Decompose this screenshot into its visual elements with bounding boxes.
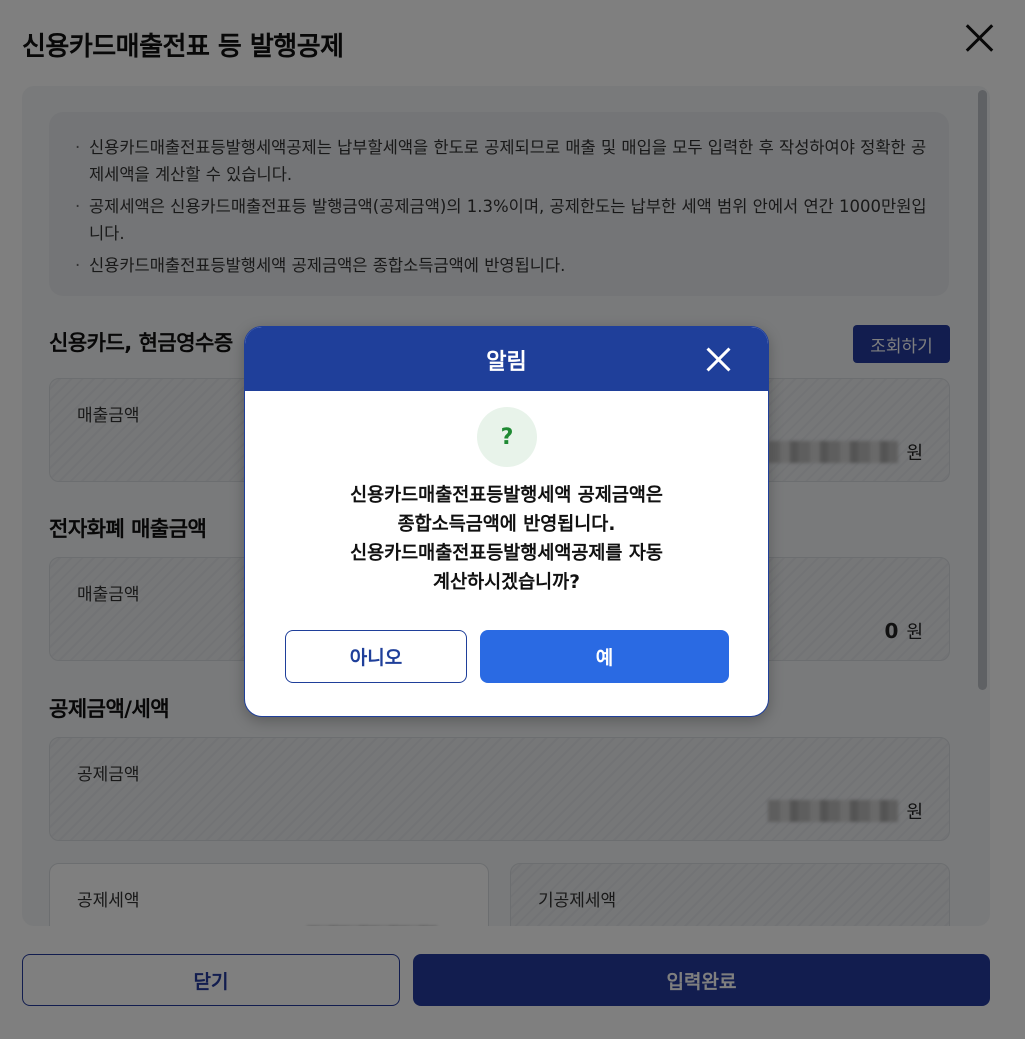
message-line: 신용카드매출전표등발행세액 공제금액은 xyxy=(350,485,663,506)
message-line: 종합소득금액에 반영됩니다. xyxy=(397,514,616,535)
dialog-title: 알림 xyxy=(486,350,527,375)
message-line: 계산하시겠습니까? xyxy=(433,572,580,593)
close-icon[interactable] xyxy=(703,344,733,374)
message-line: 신용카드매출전표등발행세액공제를 자동 xyxy=(350,543,663,564)
yes-button[interactable]: 예 xyxy=(480,630,729,683)
dialog-message: 신용카드매출전표등발행세액 공제금액은 종합소득금액에 반영됩니다. 신용카드매… xyxy=(245,481,768,597)
question-icon: ? xyxy=(477,407,537,467)
no-button[interactable]: 아니오 xyxy=(285,630,467,683)
dialog-header: 알림 xyxy=(245,327,768,391)
alert-dialog: 알림 ? 신용카드매출전표등발행세액 공제금액은 종합소득금액에 반영됩니다. … xyxy=(244,326,769,717)
